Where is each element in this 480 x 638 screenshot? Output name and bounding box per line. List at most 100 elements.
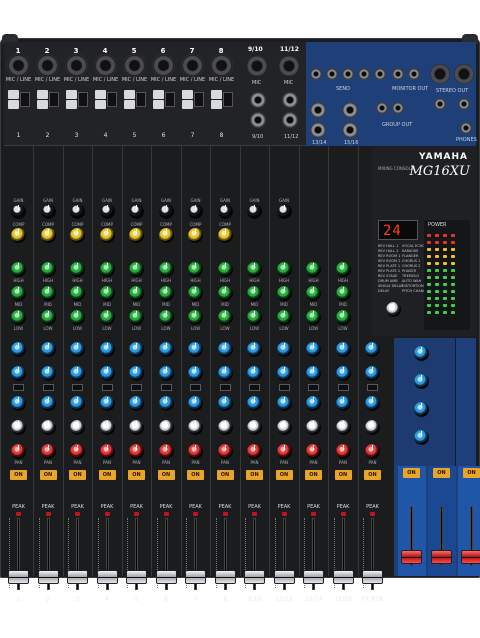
send-out-fx[interactable] <box>374 68 386 80</box>
aux3-knob[interactable] <box>188 396 203 411</box>
on-button[interactable]: ON <box>187 470 204 480</box>
channel-fader[interactable] <box>96 570 118 584</box>
send-master-knob-3[interactable] <box>414 402 429 417</box>
aux2-knob[interactable] <box>70 366 85 381</box>
aux1-knob[interactable] <box>40 342 56 357</box>
aux3-knob[interactable] <box>129 396 144 411</box>
gain-knob[interactable] <box>158 204 174 219</box>
aux1-knob[interactable] <box>276 342 292 357</box>
monitor-out-l[interactable] <box>392 68 404 80</box>
xlr-combo-input[interactable] <box>7 54 30 77</box>
pre-switch[interactable] <box>278 384 290 391</box>
pad-switch[interactable] <box>95 100 106 109</box>
aux2-knob[interactable] <box>306 366 321 381</box>
eq-low-knob[interactable] <box>217 310 233 325</box>
eq-mid-knob[interactable] <box>158 286 174 301</box>
xlr-combo-input[interactable] <box>94 54 117 77</box>
pre-switch[interactable] <box>42 384 54 391</box>
line-input-10-r[interactable] <box>250 112 266 128</box>
aux3-knob[interactable] <box>11 396 26 411</box>
insert-switch[interactable] <box>124 90 135 99</box>
pre-switch[interactable] <box>190 384 201 391</box>
on-button[interactable]: ON <box>98 470 116 480</box>
master-fader[interactable] <box>461 550 480 564</box>
channel-fader[interactable] <box>155 570 177 584</box>
eq-low-knob[interactable] <box>335 310 351 325</box>
gain-knob[interactable] <box>217 204 233 219</box>
stereo-out-xlr-r[interactable] <box>454 64 474 84</box>
hpf-switch[interactable] <box>78 92 88 107</box>
master-fader[interactable] <box>401 550 422 564</box>
line-input-15[interactable] <box>342 102 358 118</box>
eq-mid-knob[interactable] <box>11 286 26 301</box>
on-button[interactable]: ON <box>157 470 175 480</box>
aux2-knob[interactable] <box>129 366 144 381</box>
hpf-switch[interactable] <box>49 92 59 107</box>
pan-knob[interactable] <box>158 444 174 459</box>
aux1-knob[interactable] <box>335 342 351 357</box>
comp-knob[interactable] <box>188 228 203 243</box>
eq-mid-knob[interactable] <box>188 286 203 301</box>
eq-high-knob[interactable] <box>40 262 56 277</box>
insert-switch[interactable] <box>95 90 106 99</box>
send-out-aux3[interactable] <box>342 68 354 80</box>
comp-knob[interactable] <box>217 228 233 243</box>
line-input-14[interactable] <box>310 122 326 138</box>
pre-switch[interactable] <box>131 384 142 391</box>
eq-high-knob[interactable] <box>188 262 203 277</box>
on-button[interactable]: ON <box>69 470 86 480</box>
eq-high-knob[interactable] <box>11 262 26 277</box>
aux3-knob[interactable] <box>99 396 115 411</box>
on-button[interactable]: ON <box>246 470 263 480</box>
send-out-aux1[interactable] <box>310 68 322 80</box>
eq-mid-knob[interactable] <box>217 286 233 301</box>
gain-knob[interactable] <box>247 204 262 219</box>
aux2-knob[interactable] <box>217 366 233 381</box>
eq-mid-knob[interactable] <box>306 286 321 301</box>
aux1-knob[interactable] <box>188 342 203 357</box>
xlr-input-11-12[interactable] <box>279 56 299 76</box>
eq-mid-knob[interactable] <box>40 286 56 301</box>
pre-switch[interactable] <box>160 384 172 391</box>
aux3-knob[interactable] <box>70 396 85 411</box>
pad-switch[interactable] <box>37 100 48 109</box>
aux2-knob[interactable] <box>365 366 380 381</box>
channel-fader[interactable] <box>244 570 265 584</box>
eq-low-knob[interactable] <box>129 310 144 325</box>
fx-send-knob[interactable] <box>365 420 380 435</box>
insert-switch[interactable] <box>66 90 77 99</box>
line-input-13[interactable] <box>310 102 326 118</box>
pad-switch[interactable] <box>182 100 193 109</box>
channel-fader[interactable] <box>8 570 29 584</box>
comp-knob[interactable] <box>70 228 85 243</box>
aux3-knob[interactable] <box>247 396 262 411</box>
line-input-9-l[interactable] <box>250 92 266 108</box>
fx-send-knob[interactable] <box>247 420 262 435</box>
aux2-knob[interactable] <box>247 366 262 381</box>
insert-switch[interactable] <box>153 90 164 99</box>
aux2-knob[interactable] <box>276 366 292 381</box>
aux3-knob[interactable] <box>335 396 351 411</box>
eq-low-knob[interactable] <box>247 310 262 325</box>
pan-knob[interactable] <box>70 444 85 459</box>
eq-mid-knob[interactable] <box>99 286 115 301</box>
send-master-knob-4[interactable] <box>414 430 429 445</box>
gain-knob[interactable] <box>188 204 203 219</box>
send-out-aux4[interactable] <box>358 68 370 80</box>
fx-send-knob[interactable] <box>40 420 56 435</box>
on-button[interactable]: ON <box>128 470 145 480</box>
eq-high-knob[interactable] <box>247 262 262 277</box>
on-button[interactable]: ON <box>305 470 322 480</box>
aux3-knob[interactable] <box>276 396 292 411</box>
group-out-2[interactable] <box>392 102 404 114</box>
stereo-out-trs-l[interactable] <box>434 98 446 110</box>
fx-program-knob[interactable] <box>386 302 401 317</box>
stereo-out-trs-r[interactable] <box>458 98 470 110</box>
hpf-switch[interactable] <box>136 92 146 107</box>
eq-high-knob[interactable] <box>158 262 174 277</box>
channel-fader[interactable] <box>67 570 88 584</box>
aux2-knob[interactable] <box>99 366 115 381</box>
eq-low-knob[interactable] <box>11 310 26 325</box>
eq-high-knob[interactable] <box>129 262 144 277</box>
insert-switch[interactable] <box>211 90 222 99</box>
